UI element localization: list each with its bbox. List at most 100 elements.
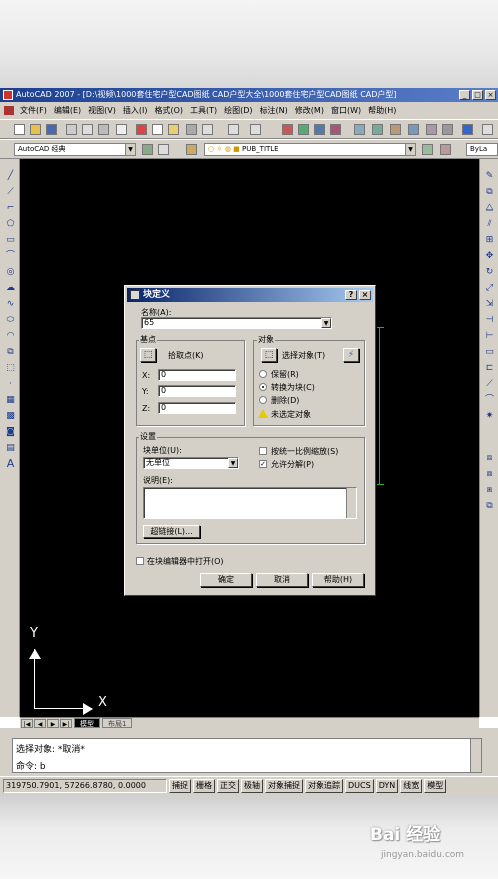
zoom-previous-icon[interactable] [330,124,341,135]
print-icon[interactable] [66,124,77,135]
construction-line-icon[interactable]: ⟋ [5,187,16,197]
block-name-combo[interactable]: 65 ▼ [141,317,332,329]
publish-icon[interactable] [98,124,109,135]
snap-toggle[interactable]: 捕捉 [169,779,191,793]
command-scrollbar[interactable] [470,739,481,772]
zoom-window-icon[interactable] [314,124,325,135]
print-preview-icon[interactable] [82,124,93,135]
basepoint-z-input[interactable]: 0 [158,402,236,414]
cut-icon[interactable] [136,124,147,135]
design-center-icon[interactable] [372,124,383,135]
ducs-toggle[interactable]: DUCS [345,779,374,793]
tab-layout1[interactable]: 布局1 [102,718,133,728]
mirror-icon[interactable]: ⧋ [484,203,495,213]
dialog-close-button[interactable]: × [359,290,371,300]
basepoint-x-input[interactable]: 0 [158,369,236,381]
make-current-layer-icon[interactable] [422,144,433,155]
last-tab-button[interactable]: ▶| [60,718,72,728]
layer-select[interactable]: ○ ☼ ◍ ■ PUB_TITLE ▼ [204,143,416,156]
copy-object-icon[interactable]: ⧉ [484,187,495,197]
menu-help[interactable]: 帮助(H) [368,105,396,116]
menu-edit[interactable]: 编辑(E) [54,105,81,116]
description-textarea[interactable] [143,487,357,519]
otrack-toggle[interactable]: 对象追踪 [305,779,343,793]
join-icon[interactable]: ⊏ [484,363,495,373]
next-tab-button[interactable]: ▶ [47,718,59,728]
erase-icon[interactable]: ✎ [484,171,495,181]
scale-icon[interactable]: ⤢ [484,283,495,293]
prev-tab-button[interactable]: ◀ [34,718,46,728]
block-unit-select[interactable]: 无单位 ▼ [143,457,239,469]
rectangle-icon[interactable]: ▭ [5,235,16,245]
save-icon[interactable] [46,124,57,135]
allow-explode-checkbox[interactable]: ✓ [259,460,267,468]
draw-order-icon[interactable]: ⧈ [484,453,495,463]
dyn-toggle[interactable]: DYN [375,779,399,793]
menu-dimension[interactable]: 标注(N) [260,105,288,116]
sheet-set-icon[interactable] [408,124,419,135]
arc-icon[interactable]: ⌒ [5,251,16,261]
send-back-icon[interactable]: ⧆ [484,485,495,495]
array-icon[interactable]: ⊞ [484,235,495,245]
calculator-icon[interactable] [442,124,453,135]
hyperlink-button[interactable]: 超链接(L)... [143,525,200,538]
scale-uniform-checkbox[interactable] [259,447,267,455]
properties-icon[interactable] [354,124,365,135]
menu-insert[interactable]: 插入(I) [123,105,148,116]
open-file-icon[interactable] [30,124,41,135]
linetype-select[interactable]: ByLa [466,143,498,156]
pick-point-button[interactable]: ⬚ [140,348,156,362]
osnap-toggle[interactable]: 对象捕捉 [265,779,303,793]
stretch-icon[interactable]: ⇲ [484,299,495,309]
point-icon[interactable]: · [5,379,16,389]
copy-icon[interactable] [152,124,163,135]
redo-icon[interactable] [250,124,261,135]
workspace-settings-icon[interactable] [142,144,153,155]
workspace-save-icon[interactable] [158,144,169,155]
text-front-icon[interactable]: ⧉ [484,501,495,511]
circle-icon[interactable]: ◎ [5,267,16,277]
make-block-icon[interactable]: ⬚ [5,363,16,373]
menu-tools[interactable]: 工具(T) [190,105,217,116]
region-icon[interactable]: ◙ [5,427,16,437]
trim-icon[interactable]: ⊣ [484,315,495,325]
basepoint-y-input[interactable]: 0 [158,385,236,397]
chevron-down-icon[interactable]: ▼ [321,318,331,328]
match-properties-icon[interactable] [186,124,197,135]
table-icon[interactable]: ▤ [5,443,16,453]
multiline-text-icon[interactable]: A [5,458,16,469]
menu-view[interactable]: 视图(V) [88,105,116,116]
rotate-icon[interactable]: ↻ [484,267,495,277]
polar-toggle[interactable]: 极轴 [241,779,263,793]
explode-icon[interactable]: ✷ [484,411,495,421]
model-toggle[interactable]: 模型 [424,779,447,793]
block-editor-icon[interactable] [202,124,213,135]
spline-icon[interactable]: ∿ [5,299,16,309]
move-icon[interactable]: ✥ [484,251,495,261]
cancel-button[interactable]: 取消 [256,573,308,587]
menu-format[interactable]: 格式(O) [154,105,183,116]
quick-select-button[interactable]: ⚡ [343,348,359,362]
chevron-down-icon[interactable]: ▼ [228,458,238,468]
chamfer-icon[interactable]: ⟋ [484,379,495,389]
fillet-icon[interactable]: ⌒ [484,395,495,405]
tool-palettes-icon[interactable] [390,124,401,135]
maximize-button[interactable]: □ [472,90,483,100]
help-icon[interactable] [462,124,473,135]
insert-block-icon[interactable]: ⧉ [5,347,16,357]
markup-icon[interactable] [426,124,437,135]
text-style-icon[interactable] [482,124,493,135]
ortho-toggle[interactable]: 正交 [217,779,239,793]
gradient-icon[interactable]: ▩ [5,411,16,421]
menu-draw[interactable]: 绘图(D) [224,105,252,116]
extend-icon[interactable]: ⊢ [484,331,495,341]
dialog-help-button[interactable]: ? [345,290,357,300]
ellipse-icon[interactable]: ⬭ [5,315,16,325]
line-icon[interactable]: ╱ [5,171,16,181]
menu-modify[interactable]: 修改(M) [295,105,324,116]
revision-cloud-icon[interactable]: ☁ [5,283,16,293]
first-tab-button[interactable]: |◀ [21,718,33,728]
hatch-icon[interactable]: ▦ [5,395,16,405]
bring-front-icon[interactable]: ⧇ [484,469,495,479]
description-scrollbar[interactable] [346,488,356,518]
